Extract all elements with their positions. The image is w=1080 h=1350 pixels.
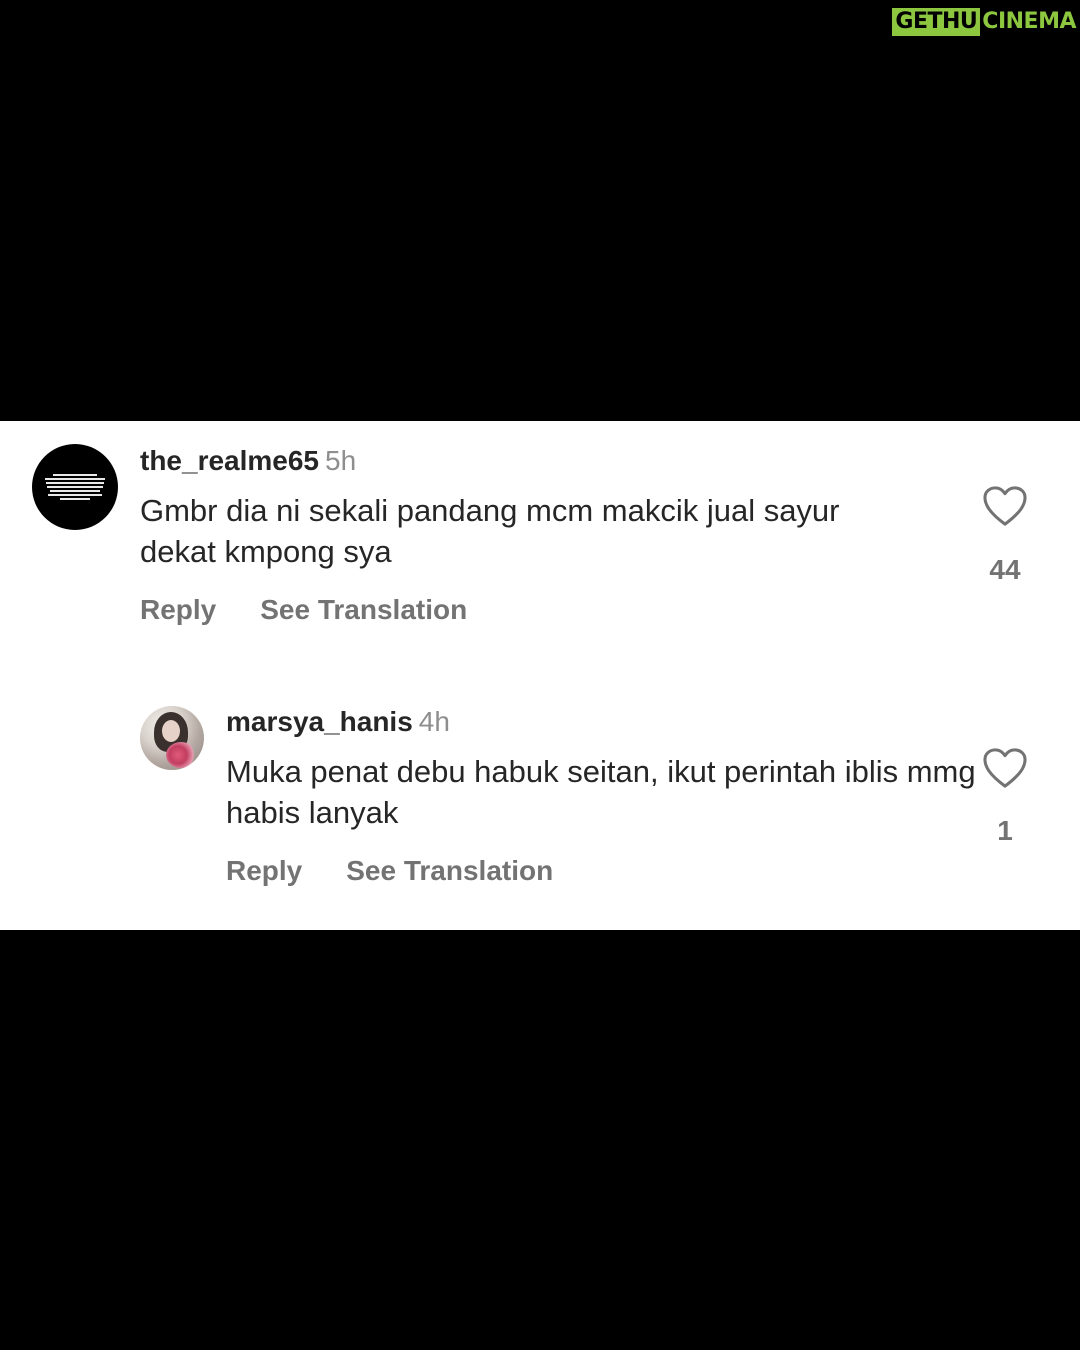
comment-meta: marsya_hanis 4h [226, 705, 450, 739]
comment-actions: Reply See Translation [140, 593, 467, 627]
watermark-boxed-text: GETHU [892, 8, 981, 36]
avatar[interactable] [32, 444, 118, 530]
watermark-logo: GETHU CINEMA [892, 8, 1076, 36]
avatar-photo-face [162, 720, 180, 742]
comment-time: 4h [418, 706, 450, 737]
comment-text: Gmbr dia ni sekali pandang mcm makcik ju… [140, 493, 840, 569]
comment-actions: Reply See Translation [226, 854, 553, 888]
see-translation-button[interactable]: See Translation [260, 593, 467, 627]
watermark-tail-text: CINEMA [982, 9, 1076, 34]
screenshot-page: GETHU CINEMA the_realme65 5h Gmbr dia ni … [0, 0, 1080, 1350]
see-translation-button[interactable]: See Translation [346, 854, 553, 888]
avatar[interactable] [140, 706, 204, 770]
like-button[interactable] [980, 747, 1030, 789]
comment-meta: the_realme65 5h [140, 444, 356, 478]
comments-panel: the_realme65 5h Gmbr dia ni sekali pandan… [0, 421, 1080, 930]
avatar-text-graphic [44, 474, 106, 500]
like-count: 44 [989, 554, 1021, 585]
like-button[interactable] [980, 485, 1030, 527]
reply-button[interactable]: Reply [140, 593, 216, 627]
heart-outline-icon [983, 486, 1027, 526]
heart-outline-icon [983, 748, 1027, 788]
comment-text: Muka penat debu habuk seitan, ikut perin… [226, 754, 976, 830]
reply-button[interactable]: Reply [226, 854, 302, 888]
comment-username[interactable]: the_realme65 [140, 445, 319, 476]
comment-time: 5h [325, 445, 357, 476]
like-count: 1 [997, 815, 1013, 846]
avatar-photo-flowers [166, 742, 196, 768]
comment-username[interactable]: marsya_hanis [226, 706, 413, 737]
